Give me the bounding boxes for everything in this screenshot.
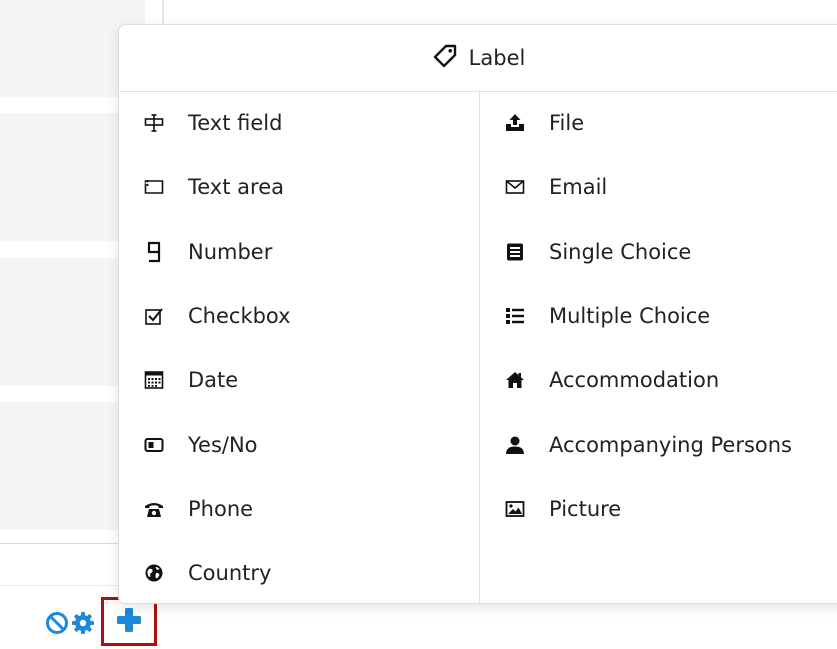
field-type-list-right: File Email Single Choice Multiple Choice… [504, 91, 792, 541]
menu-item-checkbox[interactable]: Checkbox [143, 284, 291, 348]
menu-item-label: Single Choice [549, 239, 692, 264]
menu-item-email[interactable]: Email [504, 155, 792, 219]
menu-item-label: Phone [188, 496, 254, 521]
background-divider [162, 0, 164, 26]
menu-item-text-area[interactable]: Text area [143, 155, 291, 219]
menu-item-label: Multiple Choice [549, 304, 711, 329]
menu-item-date[interactable]: Date [143, 348, 291, 412]
text-field-icon [143, 112, 165, 134]
menu-item-label: Picture [549, 496, 622, 521]
menu-item-label: Accompanying Persons [549, 432, 792, 457]
field-type-popover: Label Text field Text area Number Checkb… [118, 24, 837, 605]
menu-item-label: File [549, 111, 585, 136]
user-icon [504, 434, 526, 456]
menu-item-text-field[interactable]: Text field [143, 91, 291, 155]
label-option[interactable]: Label [119, 25, 837, 92]
menu-item-accompanying-persons[interactable]: Accompanying Persons [504, 412, 792, 476]
checkbox-icon [143, 305, 165, 327]
menu-item-country[interactable]: Country [143, 541, 291, 605]
menu-item-number[interactable]: Number [143, 220, 291, 284]
menu-item-label: Country [188, 561, 272, 586]
globe-icon [143, 562, 165, 584]
upload-icon [504, 112, 526, 134]
menu-item-file[interactable]: File [504, 91, 792, 155]
menu-item-phone[interactable]: Phone [143, 477, 291, 541]
column-divider [479, 91, 480, 605]
envelope-icon [504, 176, 526, 198]
menu-item-label: Yes/No [188, 432, 258, 457]
tag-icon [433, 44, 457, 72]
list-icon [504, 305, 526, 327]
plus-icon [116, 607, 142, 637]
menu-item-picture[interactable]: Picture [504, 477, 792, 541]
text-area-icon [143, 176, 165, 198]
menu-item-multiple-choice[interactable]: Multiple Choice [504, 284, 792, 348]
menu-item-label: Checkbox [188, 304, 291, 329]
background-divider [0, 585, 120, 586]
image-icon [504, 498, 526, 520]
label-option-text: Label [468, 46, 526, 70]
background-divider [0, 543, 120, 544]
phone-icon [143, 498, 165, 520]
menu-item-accommodation[interactable]: Accommodation [504, 348, 792, 412]
menu-item-yes-no[interactable]: Yes/No [143, 412, 291, 476]
menu-item-label: Text field [188, 111, 283, 136]
menu-item-label: Date [188, 368, 239, 393]
gear-icon[interactable] [70, 609, 96, 637]
menu-item-label: Accommodation [549, 368, 720, 393]
ban-icon[interactable] [44, 609, 70, 637]
menu-item-label: Email [549, 175, 608, 200]
menu-item-single-choice[interactable]: Single Choice [504, 220, 792, 284]
home-icon [504, 369, 526, 391]
toggle-icon [143, 434, 165, 456]
calendar-icon [143, 369, 165, 391]
menu-item-label: Number [188, 239, 273, 264]
row-toolbar [44, 606, 96, 640]
number-icon [143, 241, 165, 263]
field-type-list-left: Text field Text area Number Checkbox Dat… [143, 91, 291, 605]
single-choice-icon [504, 241, 526, 263]
menu-item-label: Text area [188, 175, 284, 200]
